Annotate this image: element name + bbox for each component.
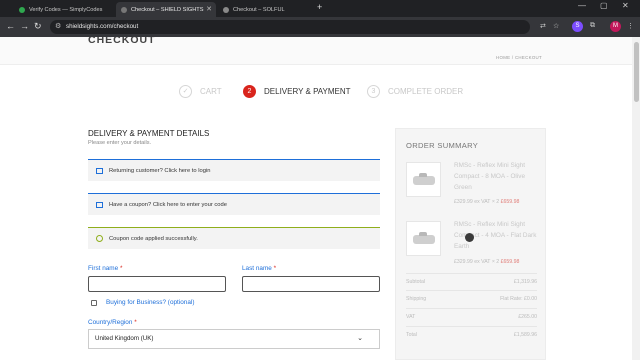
coupon-success-notice: Coupon code applied successfully. (88, 227, 380, 249)
step-label: DELIVERY & PAYMENT (264, 87, 351, 96)
tax-note: ex VAT (474, 199, 491, 205)
maximize-icon[interactable]: ▢ (600, 1, 608, 10)
forward-icon[interactable]: → (20, 21, 29, 31)
required-mark: * (134, 319, 137, 326)
row-label: VAT (406, 314, 416, 320)
tab-title: Checkout – SHIELD SIGHTS (131, 6, 204, 13)
step-delivery-payment: 2 DELIVERY & PAYMENT (243, 85, 351, 98)
row-label: Total (406, 332, 417, 338)
checkout-page: CHECKOUT HOME / CHECKOUT ✓ CART 2 DELIVE… (0, 37, 632, 360)
vat-row: VAT £265.00 (406, 308, 537, 320)
returning-customer-notice[interactable]: Returning customer? Click here to login (88, 159, 380, 181)
extensions-puzzle-icon[interactable]: ⧉ (590, 22, 595, 30)
tab-shield-sights[interactable]: Checkout – SHIELD SIGHTS ✕ (116, 2, 216, 17)
scrollbar-thumb[interactable] (634, 42, 639, 102)
row-label: Shipping (406, 296, 427, 302)
check-icon: ✓ (179, 85, 192, 98)
product-name[interactable]: RMSc - Reflex Mini Sight Compact - 8 MOA… (454, 160, 538, 193)
shipping-row: Shipping Flat Rate: £0.00 (406, 290, 537, 302)
mouse-cursor-indicator (465, 233, 474, 242)
order-summary: ORDER SUMMARY RMSc - Reflex Mini Sight C… (395, 128, 546, 360)
tab-solful[interactable]: Checkout – SOLFUL (218, 2, 313, 17)
chevron-down-icon: ⌄ (357, 335, 363, 342)
country-label: Country/Region * (88, 319, 137, 326)
minimize-icon[interactable]: — (578, 1, 586, 10)
last-name-input[interactable] (242, 276, 380, 292)
country-value: United Kingdom (UK) (95, 335, 154, 342)
row-label: Subtotal (406, 279, 426, 285)
breadcrumb[interactable]: HOME / CHECKOUT (496, 55, 542, 60)
business-label[interactable]: Buying for Business? (optional) (106, 299, 194, 306)
step-number: 2 (243, 85, 256, 98)
shield-favicon-icon (121, 6, 127, 13)
back-icon[interactable]: ← (6, 21, 15, 31)
translate-icon[interactable]: ⇄ (540, 22, 546, 30)
new-tab-icon[interactable]: + (317, 2, 322, 12)
site-info-icon[interactable]: ⚙ (55, 20, 61, 34)
close-window-icon[interactable]: ✕ (622, 1, 629, 10)
returning-customer-link[interactable]: Returning customer? Click here to login (109, 168, 211, 174)
required-mark: * (273, 265, 277, 272)
step-number: 3 (367, 85, 380, 98)
menu-icon[interactable]: ⋮ (627, 22, 634, 30)
line-total: £659.98 (500, 199, 520, 205)
subtotal-row: Subtotal £1,319.96 (406, 273, 537, 285)
first-name-input[interactable] (88, 276, 226, 292)
product-price: £329.99 ex VAT × 2 £659.98 (454, 259, 519, 265)
page-header: CHECKOUT HOME / CHECKOUT (0, 37, 632, 65)
red-dot-sight-icon (413, 232, 435, 244)
coupon-link[interactable]: Have a coupon? Click here to enter your … (109, 202, 227, 208)
coupon-success-text: Coupon code applied successfully. (109, 235, 198, 242)
globe-favicon-icon (223, 6, 229, 13)
coupon-notice[interactable]: Have a coupon? Click here to enter your … (88, 193, 380, 215)
unit-price: £329.99 (454, 199, 473, 205)
tab-simplycodes[interactable]: Verify Codes — SimplyCodes (14, 2, 114, 17)
reload-icon[interactable]: ↻ (34, 21, 42, 32)
last-name-label: Last name * (242, 265, 276, 272)
business-checkbox[interactable] (91, 300, 97, 306)
order-summary-title: ORDER SUMMARY (406, 141, 479, 150)
country-select[interactable]: United Kingdom (UK) ⌄ (88, 329, 380, 349)
product-image (406, 162, 441, 197)
row-value: £265.00 (518, 314, 537, 320)
check-favicon-icon (19, 6, 25, 13)
product-price: £329.99 ex VAT × 2 £659.98 (454, 199, 519, 205)
label-text: Last name (242, 265, 272, 272)
unit-price: £329.99 (454, 259, 473, 265)
step-label: COMPLETE ORDER (388, 87, 464, 96)
total-row: Total £1,589.96 (406, 326, 537, 338)
row-value: £1,319.96 (513, 279, 537, 285)
quantity: × 2 (491, 259, 500, 265)
section-subtitle: Please enter your details. (88, 140, 152, 146)
page-title: CHECKOUT (88, 37, 156, 46)
line-total: £659.98 (500, 259, 520, 265)
tab-title: Checkout – SOLFUL (233, 6, 285, 13)
label-text: Country/Region (88, 319, 133, 326)
close-tab-icon[interactable]: ✕ (206, 5, 212, 13)
profile-avatar[interactable]: M (610, 21, 621, 32)
step-complete-order: 3 COMPLETE ORDER (367, 85, 463, 98)
bookmark-star-icon[interactable]: ☆ (553, 22, 559, 30)
tax-note: ex VAT (474, 259, 491, 265)
url-text: shieldsights.com/checkout (66, 23, 139, 30)
extension-icon[interactable]: S (572, 21, 583, 32)
row-value: £1,589.96 (513, 332, 537, 338)
first-name-label: First name * (88, 265, 122, 272)
browser-tab-strip: Verify Codes — SimplyCodes Checkout – SH… (0, 0, 640, 17)
browser-toolbar: ← → ↻ ⚙ shieldsights.com/checkout ⇄ ☆ S … (0, 17, 640, 37)
check-circle-icon (96, 235, 103, 242)
section-title: DELIVERY & PAYMENT DETAILS (88, 129, 210, 138)
red-dot-sight-icon (413, 173, 435, 185)
step-label: CART (200, 87, 222, 96)
quantity: × 2 (491, 199, 500, 205)
address-bar[interactable]: ⚙ shieldsights.com/checkout (50, 20, 530, 34)
step-cart[interactable]: ✓ CART (179, 85, 222, 98)
required-mark: * (119, 265, 123, 272)
label-text: First name (88, 265, 119, 272)
window-icon (96, 167, 103, 174)
window-icon (96, 201, 103, 208)
product-image (406, 221, 441, 256)
tab-title: Verify Codes — SimplyCodes (29, 6, 103, 13)
row-value: Flat Rate: £0.00 (500, 296, 537, 302)
